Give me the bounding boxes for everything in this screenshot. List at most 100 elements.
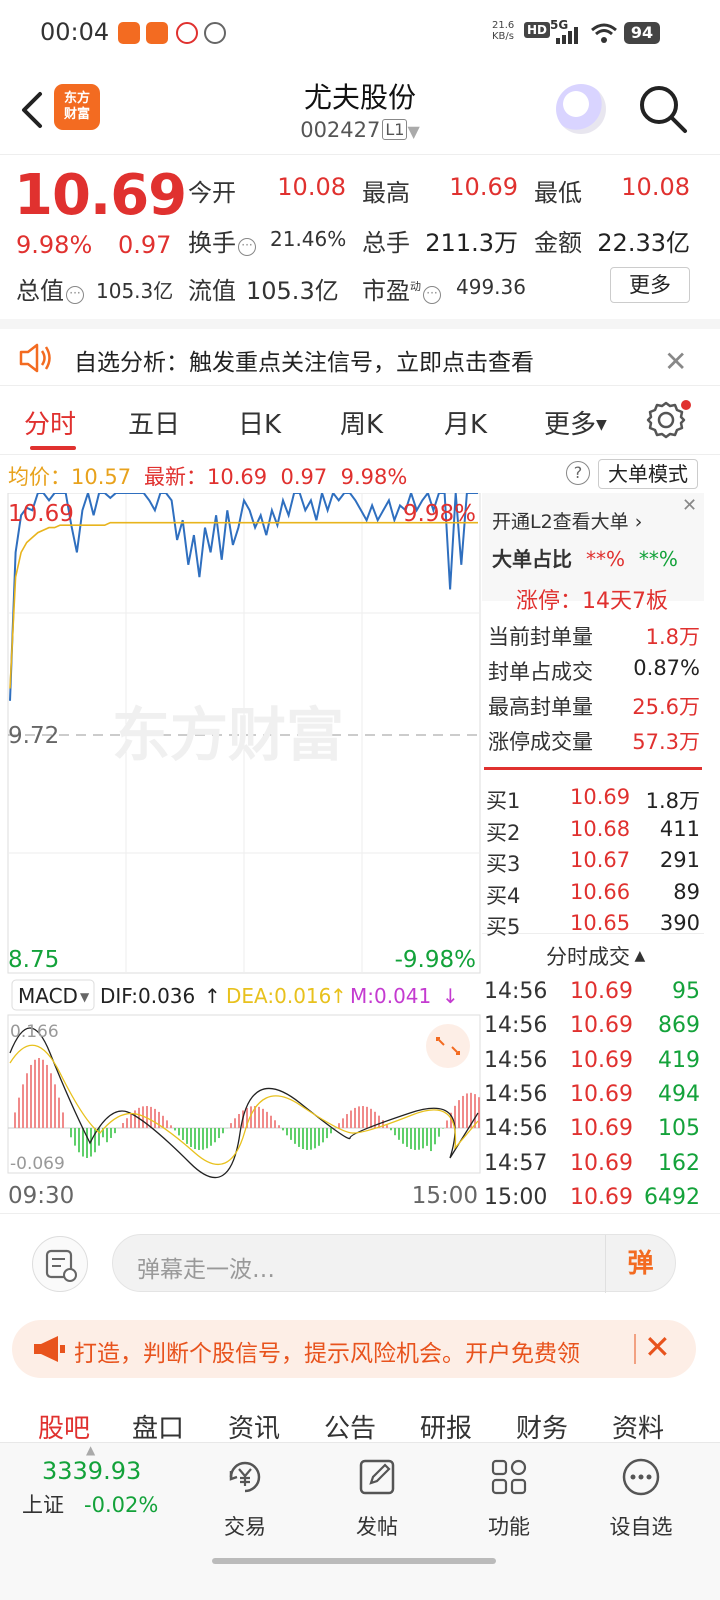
close-icon[interactable]: ✕ <box>644 1328 671 1366</box>
macd-bar <box>462 1095 464 1128</box>
app-notification-icon <box>118 22 140 44</box>
tick-time: 14:56 <box>484 1047 548 1073</box>
macd-bar <box>174 1128 176 1131</box>
macd-bar <box>382 1120 384 1128</box>
order-book-panel: 开通L2查看大单 › 大单占比 **% **% ✕ 涨停：14天7板 分时成交 … <box>482 493 720 1213</box>
tab-five-day[interactable]: 五日 <box>128 404 180 441</box>
tab-intraday[interactable]: 分时 <box>24 404 76 441</box>
battery-level: 94 <box>630 23 654 42</box>
settings-gear-icon[interactable] <box>646 400 692 440</box>
tab-news[interactable]: 资讯 <box>228 1408 280 1445</box>
stock-code-row[interactable]: 002427 L1 ▼ <box>0 118 720 142</box>
robot-assistant-icon[interactable] <box>556 84 606 134</box>
macd-bar <box>150 1106 152 1128</box>
macd-bar <box>222 1128 224 1134</box>
macd-bar <box>310 1128 312 1150</box>
macd-bar <box>422 1128 424 1149</box>
tab-monthly-k[interactable]: 月K <box>444 404 487 441</box>
macd-bar <box>358 1106 360 1128</box>
edit-icon <box>359 1459 395 1495</box>
danmu-input[interactable]: 弹幕走一波… 弹 <box>112 1234 676 1293</box>
amount-value: 22.33亿 <box>597 229 690 257</box>
nav-post[interactable]: 发帖 <box>322 1455 432 1541</box>
close-icon[interactable]: ✕ <box>682 495 697 516</box>
danmu-settings-icon[interactable] <box>32 1236 88 1292</box>
macd-bar <box>70 1128 72 1138</box>
notice-bar[interactable]: 自选分析：触发重点关注信号，立即点击查看 ✕ <box>0 319 720 385</box>
limit-stat-label: 最高封单量 <box>488 695 593 719</box>
macd-bar <box>58 1097 60 1128</box>
tab-announcements[interactable]: 公告 <box>324 1408 376 1445</box>
index-ticker[interactable]: 3339.93 上证 -0.02% <box>22 1457 172 1519</box>
limit-stat-value: 0.87% <box>633 656 700 680</box>
macd-bar <box>330 1128 332 1134</box>
video-app-icon <box>176 22 198 44</box>
macd-bar <box>38 1058 40 1128</box>
macd-bar <box>230 1123 232 1128</box>
chevron-down-icon: ▼ <box>407 122 420 141</box>
macd-bar <box>402 1128 404 1144</box>
watermark: 东方财富 <box>112 701 344 769</box>
m-arrow-icon: ↓ <box>442 984 459 1008</box>
tab-research[interactable]: 研报 <box>420 1408 472 1445</box>
divider <box>484 767 702 770</box>
macd-bar <box>14 1112 16 1128</box>
macd-bar <box>286 1128 288 1136</box>
limit-stat-label: 当前封单量 <box>488 625 593 649</box>
nav-add-watchlist[interactable]: 设自选 <box>586 1455 696 1541</box>
signal-bars-icon <box>556 27 578 44</box>
tab-order-book[interactable]: 盘口 <box>132 1408 184 1445</box>
level-badge: L1 <box>382 119 408 140</box>
info-icon[interactable]: ··· <box>66 286 84 304</box>
tab-forum[interactable]: 股吧 <box>38 1408 90 1445</box>
home-indicator[interactable] <box>212 1558 496 1564</box>
macd-bar <box>434 1128 436 1145</box>
dea-value: DEA:0.016 <box>226 984 331 1008</box>
top-percent-label: 9.98% <box>403 501 476 527</box>
tick-volume: 869 <box>658 1013 700 1039</box>
tab-more[interactable]: 更多▼ <box>544 404 607 441</box>
avg-price-label: 均价：10.57 <box>8 465 132 489</box>
l2-link[interactable]: 开通L2查看大单 › <box>492 507 642 534</box>
more-button[interactable]: 更多 <box>610 267 690 303</box>
macd-bar <box>398 1128 400 1140</box>
nav-trade[interactable]: 交易 <box>190 1455 300 1541</box>
danmu-toggle-button[interactable]: 弹 <box>605 1235 675 1293</box>
tab-daily-k[interactable]: 日K <box>238 404 281 441</box>
tab-financials[interactable]: 财务 <box>516 1408 568 1445</box>
macd-bar <box>206 1128 208 1149</box>
macd-bar <box>82 1128 84 1157</box>
limit-stat-value: 25.6万 <box>632 695 700 719</box>
macd-bar <box>122 1123 124 1128</box>
ticks-title[interactable]: 分时成交 ▲ <box>546 941 645 971</box>
tick-volume: 95 <box>672 979 700 1004</box>
macd-top-label: 0.166 <box>10 1022 59 1042</box>
high-value: 10.69 <box>449 173 518 201</box>
nav-functions[interactable]: 功能 <box>454 1455 564 1541</box>
stock-code: 002427 <box>300 118 381 142</box>
bid-volume: 89 <box>673 879 700 904</box>
active-tab-indicator <box>30 446 76 450</box>
promo-banner[interactable]: 打造，判断个股信号，提示风险机会。开户免费领 ✕ <box>12 1320 696 1378</box>
info-icon[interactable]: ··· <box>423 286 441 304</box>
search-icon[interactable] <box>636 82 690 136</box>
big-order-mode-button[interactable]: 大单模式 <box>598 459 698 489</box>
bid-price: 10.65 <box>570 911 631 935</box>
tab-profile[interactable]: 资料 <box>612 1408 664 1445</box>
macd-bar <box>234 1118 236 1128</box>
macd-histogram <box>14 1058 480 1158</box>
macd-bar <box>162 1115 164 1128</box>
bid-label: 买4 <box>486 883 521 908</box>
close-icon[interactable]: ✕ <box>664 345 687 378</box>
index-percent: -0.02% <box>84 1493 159 1517</box>
macd-bar <box>34 1059 36 1128</box>
volume-value: 211.3万 <box>425 229 518 257</box>
tab-weekly-k[interactable]: 周K <box>340 404 383 441</box>
hd-badge: HD <box>524 22 551 38</box>
macd-bar <box>410 1128 412 1149</box>
info-icon[interactable]: ··· <box>238 238 256 256</box>
intraday-chart[interactable]: 东方财富 10.69 9.98% 9.72 8.75 -9.98% MACD ▼… <box>0 493 482 1213</box>
help-icon[interactable]: ? <box>566 461 590 485</box>
speaker-icon <box>19 343 51 373</box>
tick-price: 10.69 <box>570 1150 633 1176</box>
